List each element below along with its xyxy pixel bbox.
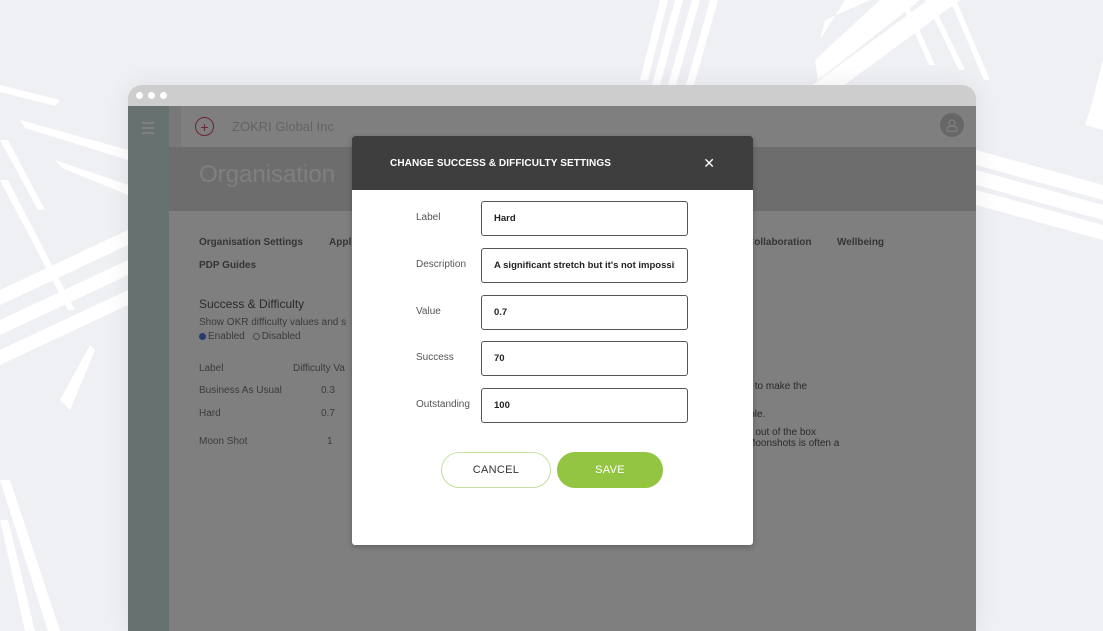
window-dot-icon <box>136 92 143 99</box>
description-field: Description <box>352 248 753 283</box>
field-label: Outstanding <box>416 399 470 410</box>
success-input[interactable] <box>481 341 688 376</box>
field-label: Label <box>416 212 441 223</box>
label-field: Label <box>352 201 753 236</box>
save-button[interactable]: SAVE <box>557 452 663 488</box>
window-dot-icon <box>160 92 167 99</box>
value-field: Value <box>352 295 753 330</box>
modal-actions: CANCEL SAVE <box>441 452 663 488</box>
outstanding-field: Outstanding <box>352 388 753 423</box>
success-field: Success <box>352 341 753 376</box>
modal-header: CHANGE SUCCESS & DIFFICULTY SETTINGS ✕ <box>352 136 753 190</box>
close-icon[interactable]: ✕ <box>703 156 715 170</box>
window-dot-icon <box>148 92 155 99</box>
field-label: Description <box>416 259 467 270</box>
settings-modal: CHANGE SUCCESS & DIFFICULTY SETTINGS ✕ L… <box>352 136 753 545</box>
outstanding-input[interactable] <box>481 388 688 423</box>
description-input[interactable] <box>481 248 688 283</box>
label-input[interactable] <box>481 201 688 236</box>
field-label: Value <box>416 306 441 317</box>
modal-title: CHANGE SUCCESS & DIFFICULTY SETTINGS <box>390 157 612 169</box>
field-label: Success <box>416 352 454 363</box>
value-input[interactable] <box>481 295 688 330</box>
cancel-button[interactable]: CANCEL <box>441 452 551 488</box>
browser-title-bar <box>128 85 976 106</box>
